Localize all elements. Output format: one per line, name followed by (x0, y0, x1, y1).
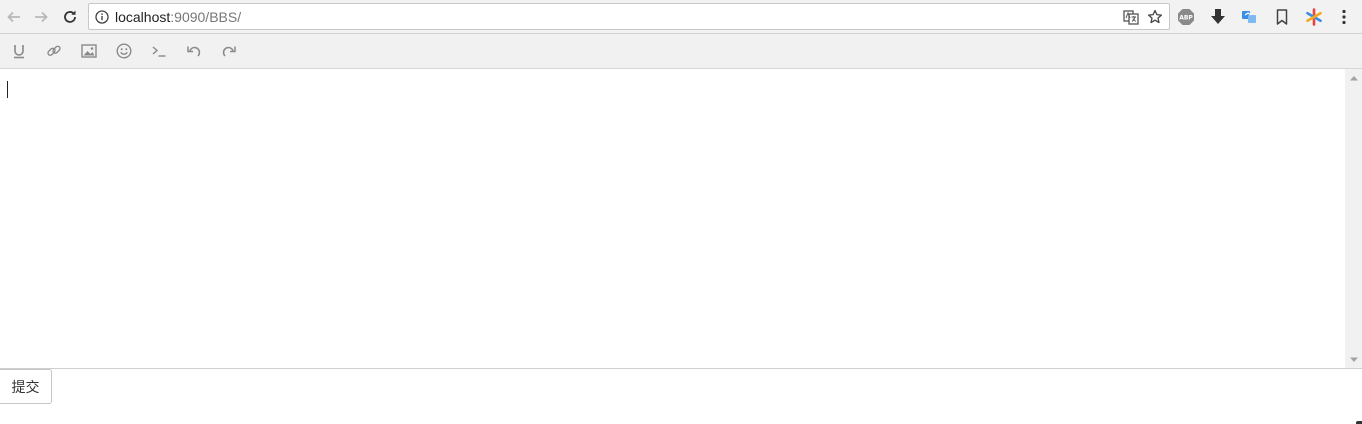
reload-button[interactable] (60, 7, 80, 27)
info-icon[interactable] (95, 10, 109, 24)
triangle-down-icon (1349, 357, 1358, 362)
adblock-plus-icon[interactable]: ABP (1177, 8, 1195, 26)
editor-toolbar (0, 34, 1362, 69)
submit-button[interactable]: 提交 (0, 369, 52, 404)
editor-scrollbar[interactable] (1345, 69, 1362, 368)
triangle-up-icon (1349, 75, 1358, 80)
image-button[interactable] (78, 41, 100, 61)
link-button[interactable] (43, 41, 65, 61)
link-icon (47, 45, 61, 56)
reload-icon (64, 10, 76, 23)
undo-button[interactable] (183, 41, 205, 61)
browser-toolbar: localhost:9090/BBS/ ABP (0, 0, 1362, 34)
url-text[interactable]: localhost:9090/BBS/ (115, 9, 241, 26)
sync-extension-icon[interactable] (1240, 8, 1258, 26)
underline-button[interactable] (8, 41, 30, 61)
forward-button[interactable] (31, 7, 51, 27)
image-icon (81, 44, 97, 58)
undo-icon (187, 46, 201, 57)
terminal-icon (152, 46, 166, 57)
abp-label: ABP (1179, 15, 1193, 22)
back-button[interactable] (4, 7, 24, 27)
url-host: localhost (115, 9, 171, 25)
emoji-icon (116, 43, 132, 59)
scroll-up-button[interactable] (1345, 69, 1362, 86)
underline-icon (14, 45, 24, 59)
forward-arrow-icon (35, 11, 48, 23)
translate-icon[interactable] (1123, 9, 1139, 25)
text-caret (7, 81, 8, 98)
bookmark-icon[interactable] (1273, 8, 1291, 26)
asterisk-extension-icon[interactable] (1305, 8, 1323, 26)
download-icon[interactable] (1209, 8, 1227, 26)
back-arrow-icon (7, 11, 20, 23)
editor-textarea[interactable] (0, 69, 1362, 369)
url-path: :9090/BBS/ (170, 9, 242, 25)
redo-icon (222, 46, 236, 57)
menu-icon[interactable] (1335, 8, 1353, 26)
address-bar[interactable]: localhost:9090/BBS/ (88, 3, 1170, 30)
redo-button[interactable] (218, 41, 240, 61)
scroll-down-button[interactable] (1345, 351, 1362, 368)
emoji-button[interactable] (113, 41, 135, 61)
code-button[interactable] (148, 41, 170, 61)
star-icon[interactable] (1147, 9, 1163, 25)
